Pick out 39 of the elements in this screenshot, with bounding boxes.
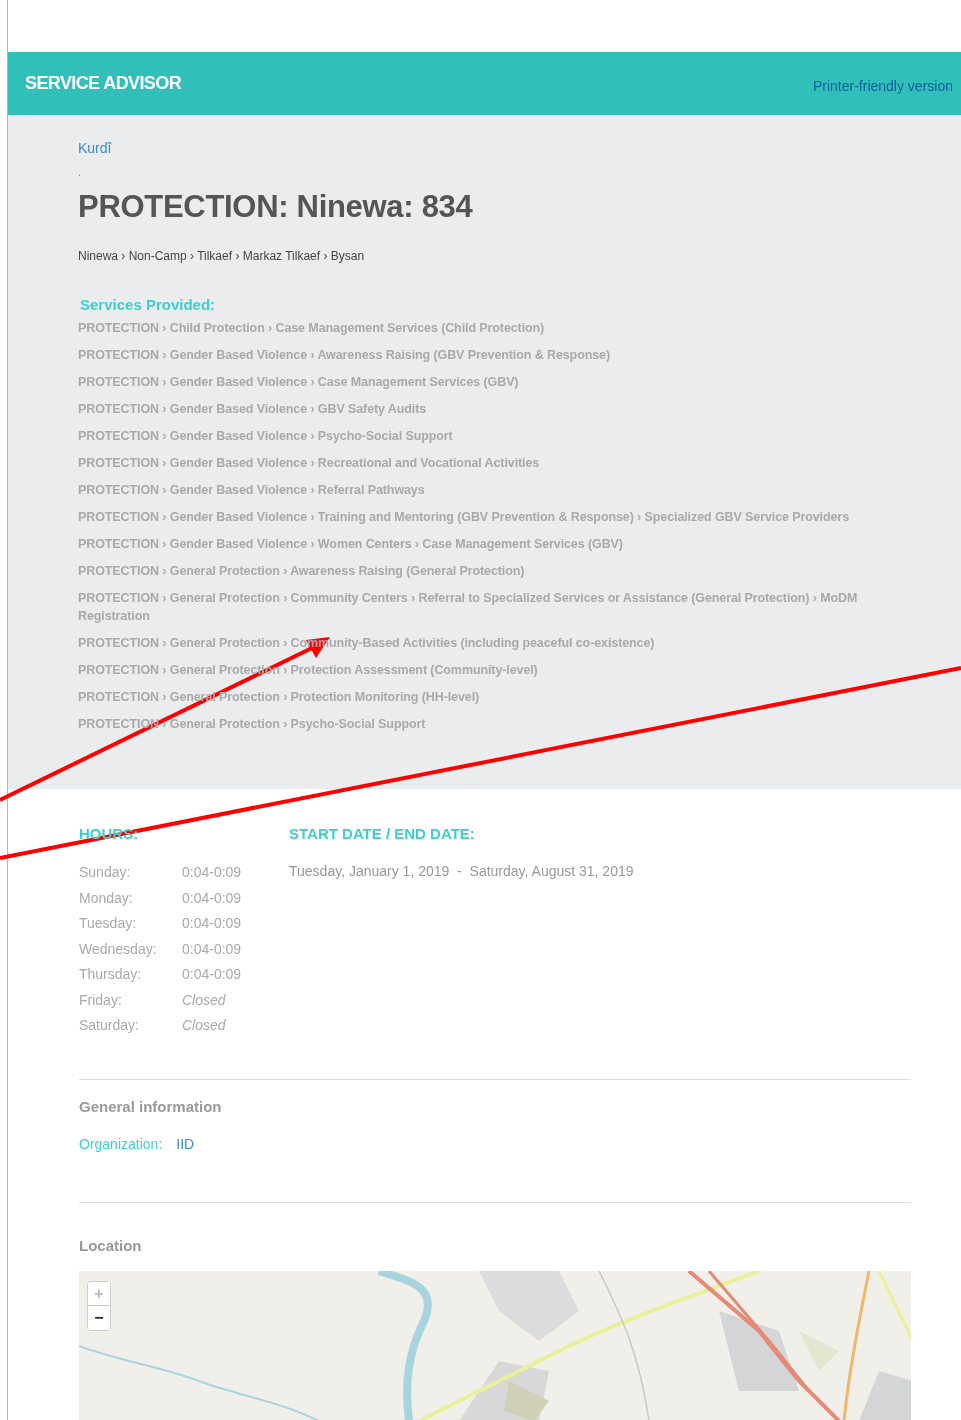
services-heading: Services Provided:: [79, 296, 216, 313]
organization-value: IID: [176, 1135, 195, 1152]
service-path: PROTECTION › Gender Based Violence › Awareness Raising (GBV Prevention & Response): [78, 347, 611, 364]
service-path: PROTECTION › General Protection › Awareness Raising (General Protection): [78, 563, 526, 580]
language-link[interactable]: Kurdî: [78, 140, 112, 156]
hours-value: 0:04-0:09: [182, 939, 243, 958]
printer-friendly-link[interactable]: Printer-friendly version: [812, 77, 953, 94]
day-label: Thursday:: [79, 965, 143, 984]
service-path: PROTECTION › Child Protection › Case Management Services (Child Protection): [78, 320, 546, 337]
service-path: PROTECTION › Gender Based Violence › Case Management Services (GBV): [78, 374, 520, 391]
hours-value: 0:04-0:09: [182, 863, 243, 882]
dot-text: .: [78, 167, 82, 179]
day-label: Saturday:: [79, 1016, 140, 1035]
hours-value: 0:04-0:09: [182, 888, 243, 907]
location-heading: Location: [79, 1236, 142, 1254]
service-path: PROTECTION › Gender Based Violence › Psycho-Social Support: [78, 428, 454, 445]
general-information-heading: General information: [79, 1097, 222, 1115]
day-label: Tuesday:: [79, 914, 138, 933]
hours-value: 0:04-0:09: [182, 914, 243, 933]
dates-heading: START DATE / END DATE:: [289, 825, 475, 842]
day-label: Sunday:: [79, 863, 132, 882]
service-path: PROTECTION › General Protection › Community Centers › Referral to Specialized Services or Assistance (General Protection) › MoDM Registration: [78, 590, 859, 625]
page-title: PROTECTION: Ninewa: 834: [78, 189, 474, 225]
organization-label: Organization:: [79, 1135, 163, 1152]
day-label: Friday:: [79, 990, 123, 1009]
service-path: PROTECTION › Gender Based Violence › GBV Safety Audits: [78, 401, 428, 418]
service-path: PROTECTION › Gender Based Violence › Referral Pathways: [78, 482, 426, 499]
hours-value: Closed: [182, 1016, 227, 1035]
hours-value: 0:04-0:09: [182, 965, 243, 984]
day-label: Monday:: [79, 888, 134, 907]
location-breadcrumb: Ninewa › Non-Camp › Tilkaef › Markaz Tilkaef › Bysan: [78, 249, 365, 263]
service-path: PROTECTION › Gender Based Violence › Recreational and Vocational Activities: [78, 455, 541, 472]
service-path: PROTECTION › Gender Based Violence › Training and Mentoring (GBV Prevention & Response) › Specialized GBV Service Providers: [78, 509, 850, 526]
header-title: SERVICE ADVISOR: [25, 73, 182, 94]
service-path: PROTECTION › Gender Based Violence › Women Centers › Case Management Services (GBV): [78, 536, 624, 553]
hours-value: Closed: [182, 990, 227, 1009]
day-label: Wednesday:: [79, 939, 158, 958]
zoom-in-button[interactable]: +: [88, 1281, 110, 1306]
date-range: Tuesday, January 1, 2019 - Saturday, August 31, 2019: [289, 863, 634, 879]
